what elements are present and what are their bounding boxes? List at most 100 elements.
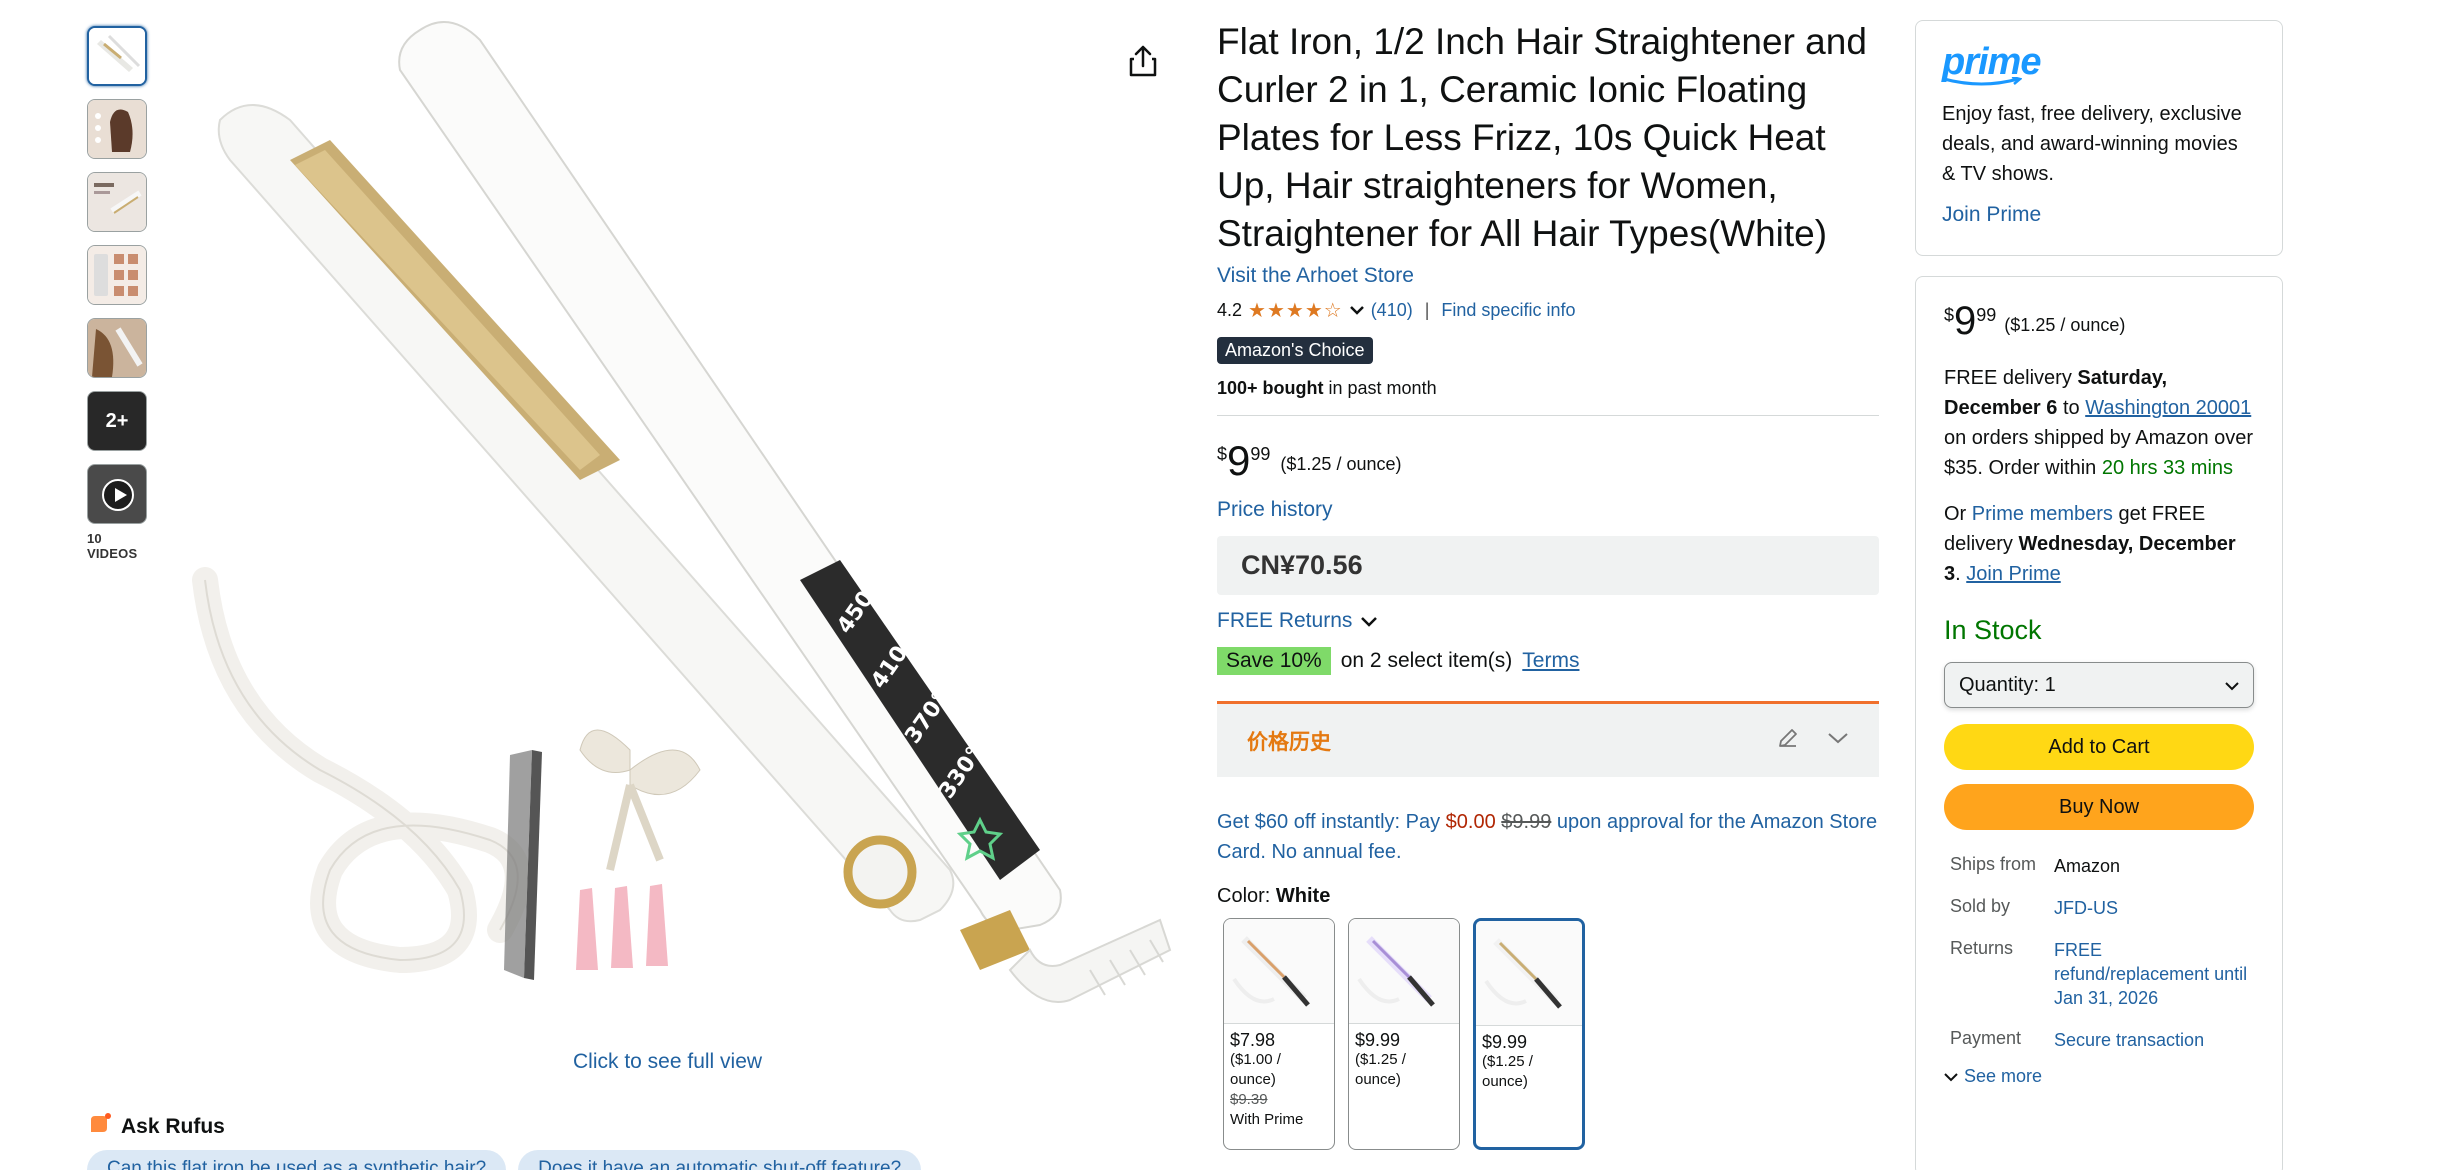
store-link[interactable]: Visit the Arhoet Store xyxy=(1217,264,1879,288)
prime-logo: prime xyxy=(1942,43,2256,87)
swatch-option-3[interactable]: $9.99 ($1.25 / ounce) xyxy=(1473,918,1585,1150)
stock-status: In Stock xyxy=(1944,615,2042,645)
rating-row: 4.2 ★★★★☆ (410) | Find specific info xyxy=(1217,298,1879,323)
quantity-value: 1 xyxy=(2044,673,2056,696)
unit-price: ($1.25 / ounce) xyxy=(1280,454,1402,474)
buybox-price: $ 9 99 ($1.25 / ounce) xyxy=(1944,301,2254,341)
terms-link[interactable]: Terms xyxy=(1522,649,1579,673)
free-returns-link[interactable]: FREE Returns xyxy=(1217,609,1879,633)
amazons-choice-badge: Amazon's Choice xyxy=(1217,337,1373,364)
store-card-offer[interactable]: Get $60 off instantly: Pay $0.00 $9.99 u… xyxy=(1217,807,1879,867)
thumbnail-video[interactable] xyxy=(87,464,147,524)
swatch-note: With Prime xyxy=(1230,1111,1304,1128)
swatch-list-price: $9.39 xyxy=(1230,1091,1268,1108)
more-images-count: 2+ xyxy=(88,392,146,450)
see-more-label: See more xyxy=(1964,1066,2043,1086)
ask-rufus-header[interactable]: Ask Rufus xyxy=(87,1112,225,1142)
card-offer-pay: $0.00 xyxy=(1445,811,1496,833)
thumbnail-5[interactable] xyxy=(87,318,147,378)
price-history-link[interactable]: Price history xyxy=(1217,498,1879,522)
quantity-label: Quantity: xyxy=(1959,673,2040,696)
add-to-cart-button[interactable]: Add to Cart xyxy=(1944,724,2254,770)
rufus-chip-2[interactable]: Does it have an automatic shut-off featu… xyxy=(518,1150,922,1170)
returns-policy-link[interactable]: FREE refund/replacement until Jan 31, 20… xyxy=(2054,938,2254,1010)
chevron-down-icon xyxy=(2225,674,2239,697)
card-offer-text: Get $60 off instantly: Pay xyxy=(1217,811,1446,833)
price-history-panel[interactable]: 价格历史 xyxy=(1217,701,1879,777)
prime-members-link[interactable]: Prime members xyxy=(1972,503,2113,525)
thumbnail-2[interactable] xyxy=(87,99,147,159)
divider: | xyxy=(1424,300,1430,320)
quantity-select[interactable]: Quantity: 1 xyxy=(1944,662,2254,708)
thumbnail-1[interactable] xyxy=(87,26,147,86)
price-whole: 9 xyxy=(1954,299,1977,343)
swatch-price: $7.98 xyxy=(1230,1030,1276,1050)
price-fraction: 99 xyxy=(1250,444,1271,464)
quantity-text: Quantity: 1 xyxy=(1959,674,2056,697)
price-history-controls xyxy=(1777,727,1849,754)
share-icon[interactable] xyxy=(1128,44,1158,78)
detail-key: Payment xyxy=(1950,1028,2022,1048)
chevron-down-icon xyxy=(1360,609,1378,633)
join-prime-link-2[interactable]: Join Prime xyxy=(1966,563,2060,585)
swatch-info: $7.98 ($1.00 / ounce) $9.39 With Prime xyxy=(1224,1024,1334,1136)
detail-row-payment: Payment Secure transaction xyxy=(1944,1028,2254,1052)
delivery-to: to xyxy=(2057,397,2086,419)
swatch-unit-price: ($1.00 / ounce) xyxy=(1230,1051,1281,1088)
thumbnail-strip: 2+ 10 VIDEOS xyxy=(87,26,149,561)
detail-row-returns: Returns FREE refund/replacement until Ja… xyxy=(1944,938,2254,1010)
rating-count-link[interactable]: (410) xyxy=(1371,300,1413,321)
thumbnail-more[interactable]: 2+ xyxy=(87,391,147,451)
edit-icon[interactable] xyxy=(1777,727,1799,754)
swatch-option-2[interactable]: $9.99 ($1.25 / ounce) xyxy=(1348,918,1460,1150)
product-info: Flat Iron, 1/2 Inch Hair Straightener an… xyxy=(1217,18,1879,1150)
fast-dot: . xyxy=(1955,563,1967,585)
ask-rufus-label: Ask Rufus xyxy=(121,1115,225,1138)
swatch-info: $9.99 ($1.25 / ounce) xyxy=(1349,1024,1459,1096)
free-returns-label: FREE Returns xyxy=(1217,609,1353,632)
delivery-location-link[interactable]: Washington 20001 xyxy=(2085,397,2251,419)
card-offer-strike: $9.99 xyxy=(1501,811,1552,833)
price-whole: 9 xyxy=(1227,437,1251,484)
delivery-prefix: FREE delivery xyxy=(1944,367,2078,389)
color-label-text: Color: xyxy=(1217,885,1276,907)
price-fraction: 99 xyxy=(1976,305,1997,325)
see-more-link[interactable]: See more xyxy=(1944,1066,2254,1087)
rufus-chip-1[interactable]: Can this flat iron be used as a syntheti… xyxy=(87,1150,507,1170)
buy-now-button[interactable]: Buy Now xyxy=(1944,784,2254,830)
buy-box: $ 9 99 ($1.25 / ounce) FREE delivery Sat… xyxy=(1915,276,2283,1170)
full-view-link[interactable]: Click to see full view xyxy=(573,1050,762,1074)
bought-count-bold: 100+ bought xyxy=(1217,378,1324,398)
chevron-down-icon[interactable] xyxy=(1349,300,1365,321)
rufus-suggestions: Can this flat iron be used as a syntheti… xyxy=(87,1150,922,1170)
color-label: Color: White xyxy=(1217,885,1879,908)
chevron-down-icon[interactable] xyxy=(1827,731,1849,750)
detail-row-sold-by: Sold by JFD-US xyxy=(1944,896,2254,920)
main-product-image[interactable]: 450°F 410°F 370°F 330°F xyxy=(160,10,1185,1050)
star-icon[interactable]: ★★★★☆ xyxy=(1248,298,1343,323)
swatch-image xyxy=(1476,921,1582,1026)
swatch-image xyxy=(1224,919,1334,1024)
swatch-info: $9.99 ($1.25 / ounce) xyxy=(1476,1026,1582,1098)
swatch-option-1[interactable]: $7.98 ($1.00 / ounce) $9.39 With Prime xyxy=(1223,918,1335,1150)
secure-transaction-link[interactable]: Secure transaction xyxy=(2054,1028,2254,1052)
price: $ 9 99 ($1.25 / ounce) xyxy=(1217,440,1879,482)
delivery-info: FREE delivery Saturday, December 6 to Wa… xyxy=(1944,363,2254,483)
thumbnail-3[interactable] xyxy=(87,172,147,232)
join-prime-link[interactable]: Join Prime xyxy=(1942,203,2256,227)
detail-key: Sold by xyxy=(1950,896,2011,916)
play-icon xyxy=(102,479,134,511)
color-value: White xyxy=(1275,885,1331,907)
coupon-row: Save 10% on 2 select item(s) Terms xyxy=(1217,647,1879,675)
cny-price: CN¥70.56 xyxy=(1217,536,1879,595)
bought-count-rest: in past month xyxy=(1323,378,1437,398)
thumbnail-4[interactable] xyxy=(87,245,147,305)
prime-logo-text: prime xyxy=(1942,41,2041,83)
seller-link[interactable]: JFD-US xyxy=(2054,896,2254,920)
detail-value: Amazon xyxy=(2054,856,2121,876)
prime-promo: prime Enjoy fast, free delivery, exclusi… xyxy=(1915,20,2283,256)
find-info-link[interactable]: Find specific info xyxy=(1441,300,1575,321)
delivery-countdown: 20 hrs 33 mins xyxy=(2101,457,2234,479)
seller-details: Ships from Amazon Sold by JFD-US Returns… xyxy=(1944,854,2254,1052)
product-title: Flat Iron, 1/2 Inch Hair Straightener an… xyxy=(1217,21,1867,254)
